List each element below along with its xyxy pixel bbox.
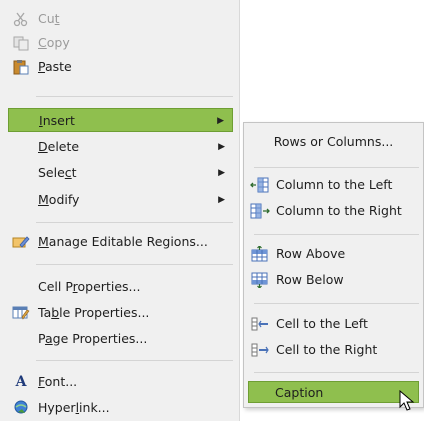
column-left-icon <box>250 177 270 193</box>
hyperlink-icon <box>12 400 30 416</box>
insert-submenu: Rows or Columns... Column to the Left Co… <box>243 122 424 408</box>
copy-icon <box>12 35 30 51</box>
submenu-item-caption[interactable]: Caption <box>248 381 419 403</box>
menu-item-cut[interactable]: Cut <box>8 7 233 31</box>
paste-icon <box>12 59 30 75</box>
menu-item-copy[interactable]: Copy <box>8 31 233 55</box>
editable-regions-icon <box>12 234 30 250</box>
row-above-icon <box>250 245 270 262</box>
row-below-icon <box>250 272 270 289</box>
scissors-icon <box>12 11 30 27</box>
menu-separator <box>36 222 233 223</box>
submenu-separator <box>254 303 419 304</box>
submenu-item-row-above[interactable]: Row Above <box>248 243 419 265</box>
menu-item-cell-properties[interactable]: Cell Properties... <box>8 275 233 299</box>
submenu-item-cell-to-the-left[interactable]: Cell to the Left <box>248 313 419 335</box>
cell-right-icon <box>250 342 270 358</box>
submenu-separator <box>254 167 419 168</box>
submenu-item-rows-or-columns[interactable]: Rows or Columns... <box>248 131 419 153</box>
menu-item-paste[interactable]: Paste <box>8 55 233 79</box>
menu-item-insert[interactable]: Insert ▶ <box>8 108 233 132</box>
submenu-arrow-icon: ▶ <box>218 168 225 178</box>
menu-item-modify[interactable]: Modify ▶ <box>8 188 233 212</box>
submenu-item-cell-to-the-right[interactable]: Cell to the Right <box>248 339 419 361</box>
menu-item-hyperlink[interactable]: Hyperlink... <box>8 396 233 420</box>
menu-item-delete[interactable]: Delete ▶ <box>8 135 233 159</box>
submenu-item-column-to-the-right[interactable]: Column to the Right <box>248 200 419 222</box>
menu-separator <box>36 96 233 97</box>
table-properties-icon <box>12 305 30 321</box>
submenu-separator <box>254 372 419 373</box>
menu-item-select[interactable]: Select ▶ <box>8 161 233 185</box>
submenu-arrow-icon: ▶ <box>217 116 224 126</box>
menu-item-font[interactable]: A Font... <box>8 370 233 394</box>
submenu-separator <box>254 234 419 235</box>
menu-item-manage-editable-regions[interactable]: Manage Editable Regions... <box>8 230 233 254</box>
menu-item-page-properties[interactable]: Page Properties... <box>8 327 233 351</box>
mouse-cursor-icon <box>399 389 417 412</box>
cell-left-icon <box>250 316 270 332</box>
menu-item-table-properties[interactable]: Table Properties... <box>8 301 233 325</box>
submenu-arrow-icon: ▶ <box>218 142 225 152</box>
menu-separator <box>36 360 233 361</box>
font-icon: A <box>15 374 27 390</box>
submenu-item-column-to-the-left[interactable]: Column to the Left <box>248 174 419 196</box>
column-right-icon <box>250 203 270 219</box>
submenu-item-row-below[interactable]: Row Below <box>248 269 419 291</box>
submenu-arrow-icon: ▶ <box>218 195 225 205</box>
context-menu: Cut Copy Paste Insert ▶ Delete ▶ Select … <box>0 0 240 421</box>
menu-separator <box>36 264 233 265</box>
